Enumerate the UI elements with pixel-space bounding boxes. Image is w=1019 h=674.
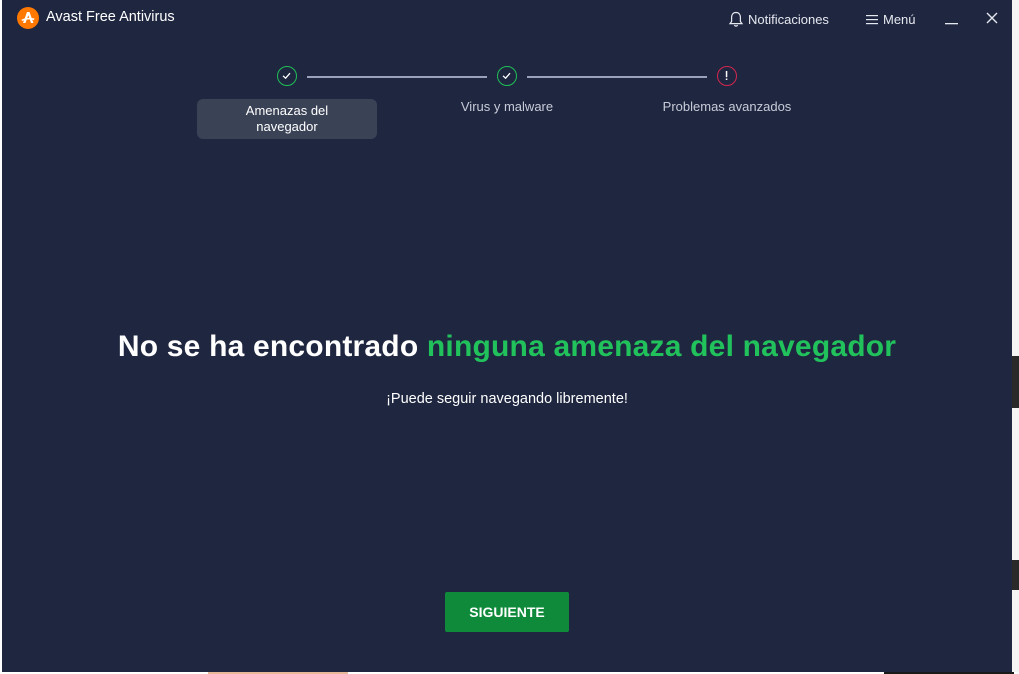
step-label-line1: Amenazas del xyxy=(245,103,329,118)
step-browser-threats[interactable]: Amenazas del navegador xyxy=(197,99,377,139)
close-icon xyxy=(986,12,998,24)
headline-highlight: ninguna amenaza del navegador xyxy=(426,330,897,363)
result-headline: No se ha encontrado ninguna amenaza del … xyxy=(2,330,1012,364)
bell-icon xyxy=(728,11,744,27)
check-icon xyxy=(502,72,511,80)
step-1-status xyxy=(277,66,297,86)
close-button[interactable] xyxy=(980,6,1004,30)
exclamation-icon xyxy=(725,71,728,80)
background-window-edge xyxy=(1012,0,1019,674)
step-2-status xyxy=(497,66,517,86)
check-icon xyxy=(282,72,291,80)
avast-main-window: Avast Free Antivirus Notificaciones Menú xyxy=(2,0,1012,672)
hamburger-icon xyxy=(866,14,878,24)
step-connector-1 xyxy=(307,76,487,78)
step-label: Virus y malware xyxy=(460,99,554,114)
step-3-status xyxy=(717,66,737,86)
result-subtext: ¡Puede seguir navegando libremente! xyxy=(386,391,628,407)
step-connector-2 xyxy=(527,76,707,78)
step-advanced-problems[interactable]: Problemas avanzados xyxy=(637,99,817,115)
notifications-label: Notificaciones xyxy=(748,11,829,27)
minimize-button[interactable] xyxy=(940,6,964,30)
app-title: Avast Free Antivirus xyxy=(46,9,175,25)
menu-label: Menú xyxy=(883,11,916,27)
menu-button[interactable]: Menú xyxy=(866,10,916,28)
title-bar[interactable]: Avast Free Antivirus Notificaciones Menú xyxy=(2,0,1012,36)
avast-logo-icon xyxy=(17,7,39,29)
next-button[interactable]: SIGUIENTE xyxy=(445,592,569,632)
step-label: Problemas avanzados xyxy=(662,99,792,114)
step-virus-malware[interactable]: Virus y malware xyxy=(417,99,597,115)
notifications-button[interactable]: Notificaciones xyxy=(728,10,829,28)
minimize-icon xyxy=(945,23,958,25)
step-label-line2: navegador xyxy=(256,119,318,134)
headline-prefix: No se ha encontrado xyxy=(117,330,427,363)
